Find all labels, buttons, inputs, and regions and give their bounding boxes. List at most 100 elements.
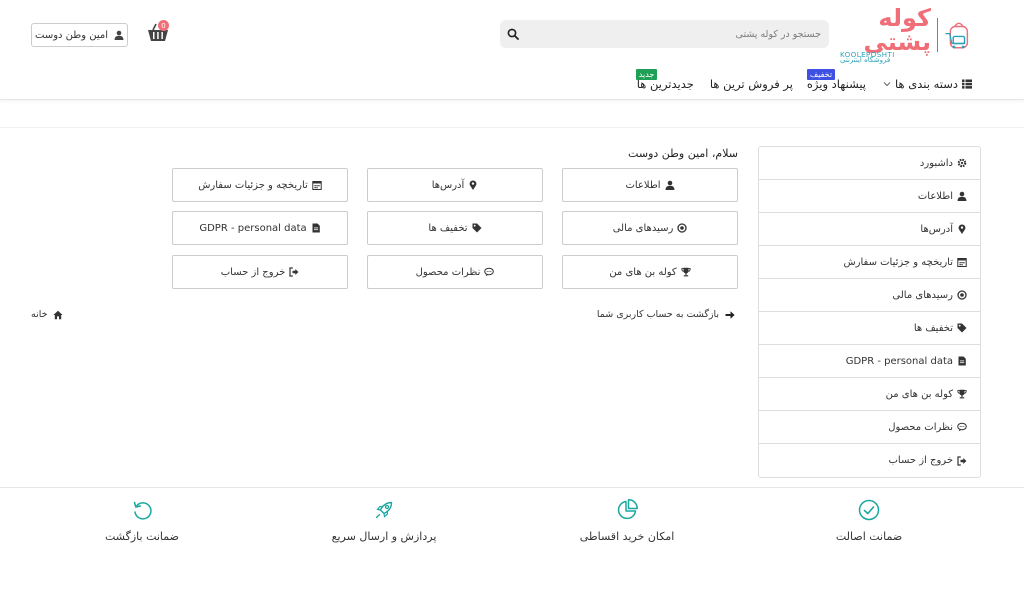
sidebar-item-addresses[interactable]: آدرس‌ها [759, 213, 980, 246]
sidebar-item-label: نظرات محصول [888, 421, 953, 433]
new-badge: جدید [635, 69, 658, 80]
calendar-icon [312, 181, 322, 190]
tile-label: تاریخچه و جزئیات سفارش [198, 179, 308, 191]
user-icon [665, 180, 675, 190]
site-logo[interactable]: کوله پشتی KOOLEPOSHTI فروشگاه اینترنتی [840, 6, 972, 64]
sidebar-item-label: تخفیف ها [913, 322, 953, 334]
tile-label: خروج از حساب [220, 266, 286, 278]
tile-logout[interactable]: خروج از حساب [172, 255, 348, 289]
gear-icon [957, 158, 967, 168]
comment-icon [484, 267, 495, 277]
sidebar-item-receipts[interactable]: رسیدهای مالی [759, 279, 980, 312]
sidebar-item-label: GDPR - personal data [845, 355, 953, 367]
sidebar-item-label: داشبورد [919, 157, 953, 169]
feature-label: امکان خرید اقساطی [579, 530, 675, 543]
feature-label: ضمانت بازگشت [105, 530, 179, 543]
site-header: کوله پشتی KOOLEPOSHTI فروشگاه اینترنتی 0… [0, 0, 1024, 100]
chevron-down-icon [883, 82, 891, 87]
backpack-logo-icon [945, 22, 968, 49]
sidebar-item-reviews[interactable]: نظرات محصول [759, 411, 980, 444]
sidebar-item-label: تاریخچه و جزئیات سفارش [843, 256, 953, 268]
logo-wordmark: کوله پشتی KOOLEPOSHTI فروشگاه اینترنتی [840, 6, 931, 64]
sidebar-item-label: کوله بن های من [885, 388, 953, 400]
account-sidebar: داشبورد اطلاعات آدرس‌ها تاریخچه و جزئیات… [758, 146, 981, 478]
sidebar-item-gdpr[interactable]: GDPR - personal data [759, 345, 980, 378]
tile-label: تخفیف ها [428, 222, 468, 234]
trophy-icon [681, 267, 691, 277]
feature-label: ضمانت اصالت [835, 530, 903, 543]
feature-return-guarantee: ضمانت بازگشت [72, 498, 212, 543]
tile-info[interactable]: اطلاعات [562, 168, 738, 202]
user-name: امین وطن دوست [35, 29, 109, 41]
undo-icon [133, 501, 152, 520]
nav-newest[interactable]: جدیدترین ها جدید [635, 69, 694, 91]
file-icon [312, 223, 320, 233]
rocket-icon [375, 501, 393, 519]
tile-vouchers[interactable]: کوله بن های من [562, 255, 738, 289]
user-icon [957, 191, 967, 201]
tile-label: اطلاعات [625, 179, 661, 191]
tile-reviews[interactable]: نظرات محصول [367, 255, 543, 289]
circle-dot-icon [677, 223, 687, 233]
sidebar-item-label: خروج از حساب [888, 455, 953, 466]
search-icon[interactable] [507, 28, 519, 40]
main-nav: دسته بندی ها پیشنهاد ویژه تخفیف پر فروش … [635, 69, 972, 94]
user-icon [114, 30, 124, 40]
home-icon [52, 310, 63, 319]
tile-label: کوله بن های من [609, 266, 677, 278]
tag-icon [472, 223, 482, 233]
back-to-account-link[interactable]: بازگشت به حساب کاربری شما [597, 309, 735, 320]
feature-authenticity: ضمانت اصالت [799, 498, 939, 543]
section-divider [0, 127, 1024, 128]
user-account-button[interactable]: امین وطن دوست [31, 23, 128, 47]
logo-divider [936, 18, 938, 52]
search-bar [500, 20, 829, 48]
calendar-icon [957, 258, 967, 267]
sidebar-item-label: اطلاعات [917, 190, 953, 202]
tile-label: آدرس‌ها [431, 179, 465, 191]
nav-special-offer[interactable]: پیشنهاد ویژه تخفیف [806, 69, 866, 91]
tile-addresses[interactable]: آدرس‌ها [367, 168, 543, 202]
file-icon [958, 356, 966, 366]
nav-categories[interactable]: دسته بندی ها [883, 77, 972, 91]
tile-orders[interactable]: تاریخچه و جزئیات سفارش [172, 168, 348, 202]
tile-receipts[interactable]: رسیدهای مالی [562, 211, 738, 245]
home-link[interactable]: خانه [31, 309, 63, 320]
sidebar-item-dashboard[interactable]: داشبورد [759, 147, 980, 180]
sidebar-item-discounts[interactable]: تخفیف ها [759, 312, 980, 345]
sidebar-item-vouchers[interactable]: کوله بن های من [759, 378, 980, 411]
logo-name-fa: کوله پشتی [863, 4, 931, 56]
back-link-label: بازگشت به حساب کاربری شما [596, 309, 719, 320]
nav-best-sellers[interactable]: پر فروش ترین ها [710, 77, 793, 91]
tile-label: GDPR - personal data [199, 222, 307, 234]
list-icon [962, 79, 972, 89]
greeting-text: سلام، امین وطن دوست [628, 147, 738, 160]
tile-label: رسیدهای مالی [612, 222, 674, 234]
logo-tagline: فروشگاه اینترنتی [840, 56, 891, 64]
map-marker-icon [469, 180, 477, 190]
home-link-label: خانه [31, 309, 48, 320]
footer-divider [0, 487, 1024, 488]
nav-categories-label: دسته بندی ها [895, 77, 958, 91]
circle-dot-icon [957, 290, 967, 300]
feature-fast-shipping: پردازش و ارسال سریع [314, 498, 454, 543]
sign-out-icon [289, 267, 299, 277]
tile-gdpr[interactable]: GDPR - personal data [172, 211, 348, 245]
sidebar-item-orders[interactable]: تاریخچه و جزئیات سفارش [759, 246, 980, 279]
sidebar-item-label: رسیدهای مالی [892, 289, 953, 301]
arrow-right-icon [725, 310, 735, 319]
search-input[interactable] [529, 20, 829, 48]
sidebar-item-logout[interactable]: خروج از حساب [759, 444, 980, 477]
discount-badge: تخفیف [806, 69, 836, 80]
tile-label: نظرات محصول [415, 266, 481, 278]
sidebar-item-info[interactable]: اطلاعات [759, 180, 980, 213]
map-marker-icon [958, 224, 966, 234]
tile-discounts[interactable]: تخفیف ها [367, 211, 543, 245]
sign-out-icon [957, 455, 967, 466]
feature-label: پردازش و ارسال سریع [331, 530, 437, 543]
cart-count-badge: 0 [158, 20, 169, 31]
comment-icon [957, 422, 967, 432]
trophy-icon [957, 389, 967, 399]
nav-best-sellers-label: پر فروش ترین ها [709, 77, 793, 91]
sidebar-item-label: آدرس‌ها [920, 223, 953, 235]
